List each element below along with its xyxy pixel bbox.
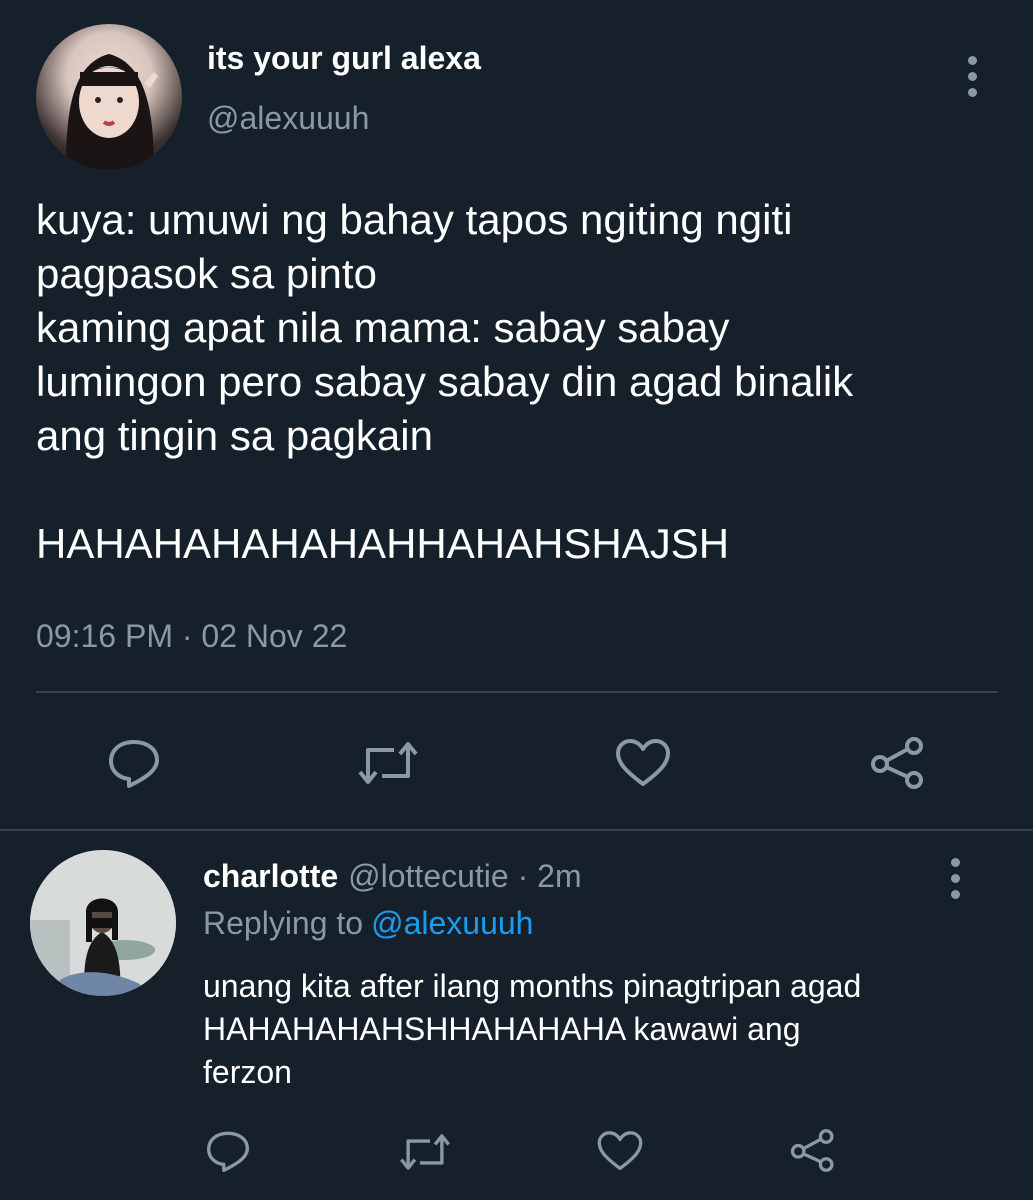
share-button[interactable] xyxy=(870,736,926,790)
more-options-icon[interactable] xyxy=(966,56,978,97)
avatar-image xyxy=(30,850,176,996)
like-icon xyxy=(597,1131,643,1171)
avatar-image xyxy=(66,54,158,170)
replying-label: Replying to xyxy=(203,905,364,941)
display-name[interactable]: its your gurl alexa xyxy=(207,40,481,77)
reply-handle-time[interactable]: @lottecutie · 2m xyxy=(348,858,581,894)
reply-button[interactable] xyxy=(107,738,161,788)
reply-header: charlotte @lottecutie · 2m xyxy=(203,858,582,895)
tweet-text: kuya: umuwi ng bahay tapos ngiting ngiti… xyxy=(36,196,854,567)
reply-icon xyxy=(207,1131,249,1172)
retweet-button[interactable] xyxy=(356,740,420,786)
retweet-icon xyxy=(358,742,418,784)
retweet-icon xyxy=(400,1134,450,1170)
main-tweet: its your gurl alexa @alexuuuh kuya: umuw… xyxy=(0,0,1033,830)
like-button[interactable] xyxy=(596,1130,644,1172)
reply-button[interactable] xyxy=(205,1130,251,1172)
like-icon xyxy=(616,739,670,786)
reply-icon xyxy=(109,740,159,788)
reply-text: unang kita after ilang months pinagtripa… xyxy=(203,968,862,1090)
reply-display-name[interactable]: charlotte xyxy=(203,858,338,894)
more-options-icon[interactable] xyxy=(949,858,961,899)
avatar[interactable] xyxy=(36,24,182,170)
divider xyxy=(36,691,998,693)
tweet-timestamp[interactable]: 09:16 PM · 02 Nov 22 xyxy=(36,618,347,655)
share-icon xyxy=(871,737,923,789)
share-icon xyxy=(790,1129,834,1172)
replying-to-link[interactable]: @alexuuuh xyxy=(371,905,533,941)
retweet-button[interactable] xyxy=(398,1132,452,1172)
divider xyxy=(0,829,1033,831)
like-button[interactable] xyxy=(614,738,672,788)
share-button[interactable] xyxy=(790,1128,836,1173)
replying-to: Replying to @alexuuuh xyxy=(203,905,533,942)
reply-avatar[interactable] xyxy=(30,850,176,996)
user-handle[interactable]: @alexuuuh xyxy=(207,100,369,137)
